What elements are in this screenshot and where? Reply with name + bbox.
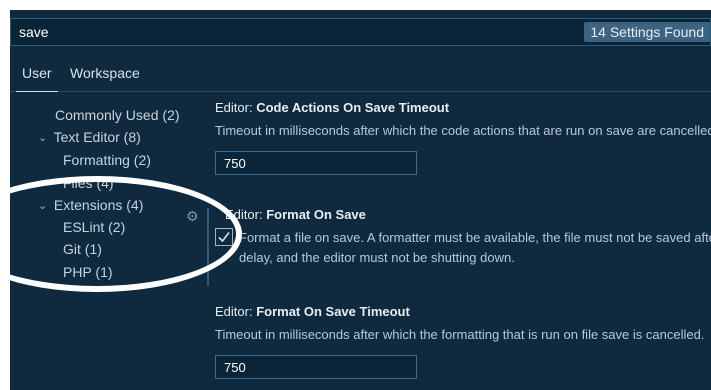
setting-description: Timeout in milliseconds after which the …	[215, 327, 705, 342]
tab-workspace[interactable]: Workspace	[68, 56, 142, 91]
focused-setting-indicator	[207, 208, 209, 286]
setting-description-line: delay, and the editor must not be shutti…	[239, 250, 515, 265]
format-on-save-checkbox[interactable]	[215, 228, 233, 246]
setting-name: Code Actions On Save Timeout	[256, 100, 450, 115]
search-settings-input[interactable]	[11, 19, 571, 45]
setting-name: Format On Save	[266, 207, 366, 222]
settings-found-badge: 14 Settings Found	[584, 22, 710, 42]
setting-title: Editor: Format On Save Timeout	[215, 304, 711, 319]
search-bar: 14 Settings Found	[10, 18, 711, 46]
toc-git-label: Git (1)	[63, 241, 102, 257]
gear-icon[interactable]: ⚙	[186, 209, 200, 223]
toc-text-editor[interactable]: ⌄ Text Editor (8)	[38, 129, 141, 145]
toc-commonly-used-label: Commonly Used (2)	[55, 107, 180, 123]
toc-commonly-used[interactable]: Commonly Used (2)	[55, 107, 179, 123]
format-on-save-timeout-input[interactable]	[215, 355, 417, 379]
toc-extensions[interactable]: ⌄ Extensions (4)	[38, 197, 143, 213]
setting-format-on-save-timeout: Editor: Format On Save Timeout Timeout i…	[215, 304, 711, 379]
settings-editor: 14 Settings Found User Workspace Commonl…	[10, 10, 711, 390]
chevron-down-icon: ⌄	[38, 200, 48, 212]
checkmark-icon	[218, 232, 230, 243]
toc-eslint-label: ESLint (2)	[63, 219, 126, 235]
setting-name: Format On Save Timeout	[256, 304, 410, 319]
toc-eslint[interactable]: ESLint (2)	[63, 219, 125, 235]
toc-formatting-label: Formatting (2)	[63, 152, 151, 168]
setting-category: Editor:	[225, 207, 267, 222]
tab-user[interactable]: User	[16, 56, 58, 92]
toc-php[interactable]: PHP (1)	[63, 264, 113, 280]
setting-format-on-save: Editor: Format On Save Format a file on …	[215, 207, 711, 268]
toc-text-editor-label: Text Editor (8)	[53, 129, 141, 145]
code-actions-timeout-input[interactable]	[215, 151, 417, 175]
setting-code-actions-on-save-timeout: Editor: Code Actions On Save Timeout Tim…	[215, 100, 711, 175]
setting-description: Format a file on save. A formatter must …	[215, 228, 711, 268]
setting-category: Editor:	[215, 100, 257, 115]
setting-title: Editor: Code Actions On Save Timeout	[215, 100, 711, 115]
setting-description: Timeout in milliseconds after which the …	[215, 123, 711, 138]
setting-title: Editor: Format On Save	[215, 207, 711, 222]
setting-category: Editor:	[215, 304, 257, 319]
setting-description-line: Format a file on save. A formatter must …	[239, 230, 711, 245]
toc-files-label: Files (4)	[63, 175, 114, 191]
toc-extensions-label: Extensions (4)	[53, 197, 144, 213]
toc-git[interactable]: Git (1)	[63, 241, 102, 257]
toc-files[interactable]: Files (4)	[63, 175, 114, 191]
toc-php-label: PHP (1)	[63, 264, 113, 280]
toc-formatting[interactable]: Formatting (2)	[63, 152, 151, 168]
settings-scope-tabs: User Workspace	[10, 56, 711, 92]
chevron-down-icon: ⌄	[38, 132, 48, 144]
